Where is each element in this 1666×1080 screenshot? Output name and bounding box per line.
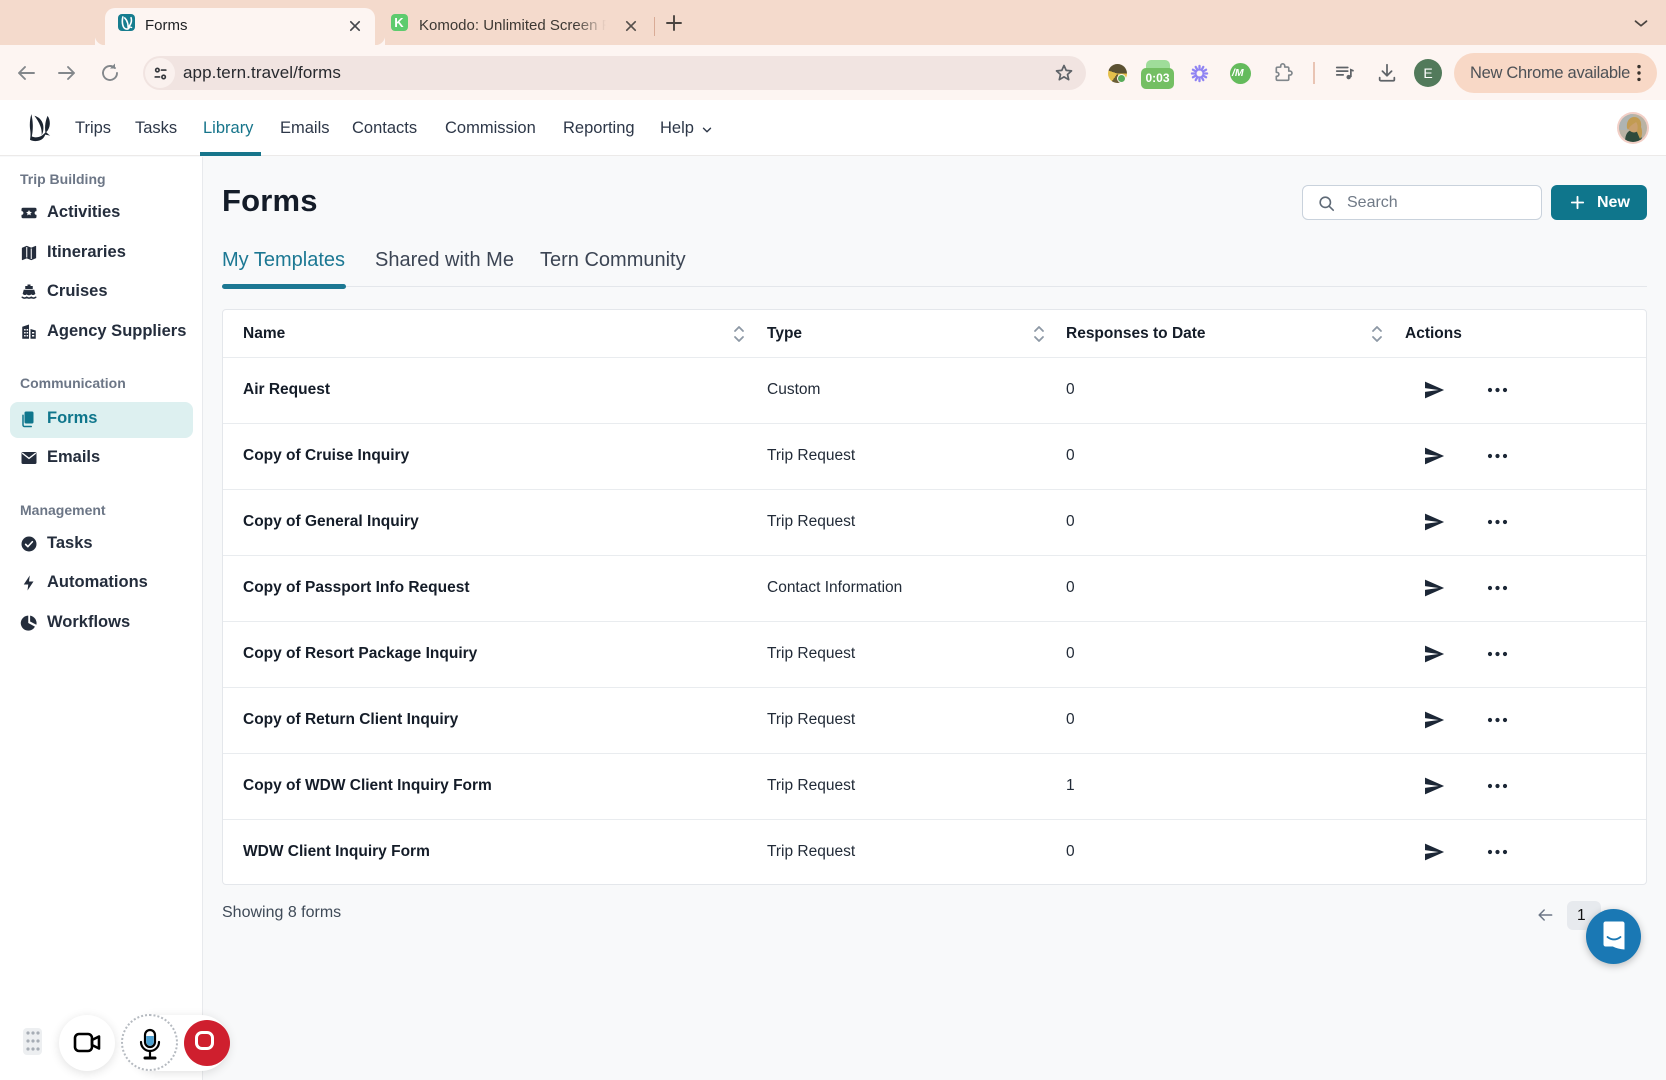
svg-text:K: K [394,15,404,30]
